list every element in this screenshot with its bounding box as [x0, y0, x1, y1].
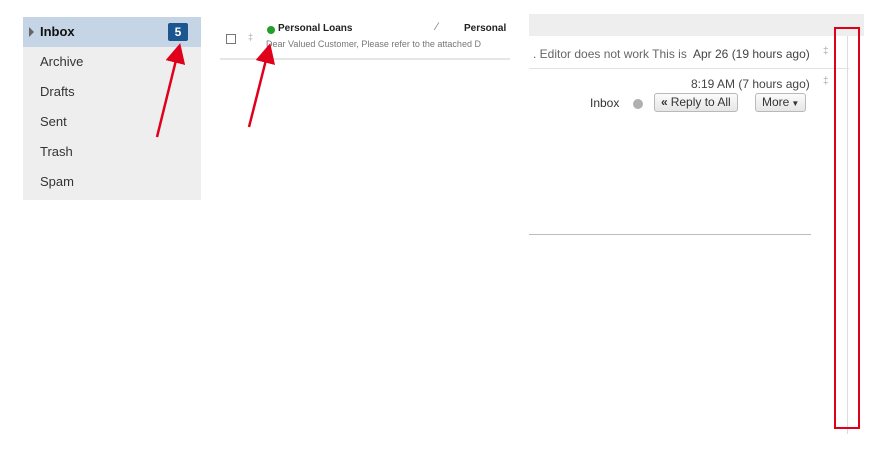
message-folder-label: Inbox: [590, 96, 620, 110]
reply-all-icon: «: [661, 95, 668, 109]
reading-pane: . Editor does not work This is Apr 26 (1…: [529, 14, 864, 434]
folder-sent[interactable]: Sent: [23, 107, 201, 137]
message-preview: Dear Valued Customer, Please refer to th…: [266, 39, 481, 49]
pin-icon[interactable]: ‡: [823, 46, 829, 57]
folder-label: Spam: [40, 174, 74, 189]
message-divider: [529, 234, 811, 235]
message-sender: Personal Loans: [278, 23, 353, 34]
reading-pane-header-bar: [529, 14, 864, 36]
reply-all-button[interactable]: «Reply to All: [654, 93, 738, 112]
folder-label: Drafts: [40, 84, 75, 99]
checkbox-icon[interactable]: [226, 34, 236, 44]
folder-trash[interactable]: Trash: [23, 137, 201, 167]
folder-pane: Inbox 5 Archive Drafts Sent Trash Spam: [23, 17, 201, 200]
more-label: More: [762, 95, 790, 109]
folder-spam[interactable]: Spam: [23, 167, 201, 197]
chevron-down-icon: ▼: [791, 99, 800, 108]
thread-date: Apr 26 (19 hours ago): [693, 47, 810, 61]
more-button[interactable]: More ▼: [755, 93, 807, 112]
status-dot-icon: [633, 99, 643, 109]
unread-count-badge: 5: [168, 23, 188, 41]
pin-icon[interactable]: ‡: [248, 32, 253, 42]
folder-label: Archive: [40, 54, 84, 69]
folder-label: Sent: [40, 114, 67, 129]
paperclip-icon: ∕: [436, 21, 438, 33]
reply-all-label: Reply to All: [670, 95, 731, 109]
thread-item[interactable]: . Editor does not work This is Apr 26 (1…: [529, 38, 849, 69]
highlight-box: [834, 27, 860, 429]
thread-snippet: . Editor does not work This is: [533, 47, 687, 61]
folder-label: Inbox: [40, 24, 75, 39]
message-time: 8:19 AM (7 hours ago): [691, 77, 810, 91]
pin-icon[interactable]: ‡: [823, 76, 829, 87]
message-subject: Personal: [464, 23, 507, 34]
folder-label: Trash: [40, 144, 73, 159]
status-dot-icon: [267, 26, 275, 34]
folder-drafts[interactable]: Drafts: [23, 77, 201, 107]
message-list-row[interactable]: ‡ Personal Loans ∕ Personal Dear Valued …: [220, 16, 510, 60]
row-divider: [220, 58, 510, 60]
folder-inbox[interactable]: Inbox 5: [23, 17, 201, 47]
caret-right-icon[interactable]: [29, 27, 34, 37]
folder-archive[interactable]: Archive: [23, 47, 201, 77]
